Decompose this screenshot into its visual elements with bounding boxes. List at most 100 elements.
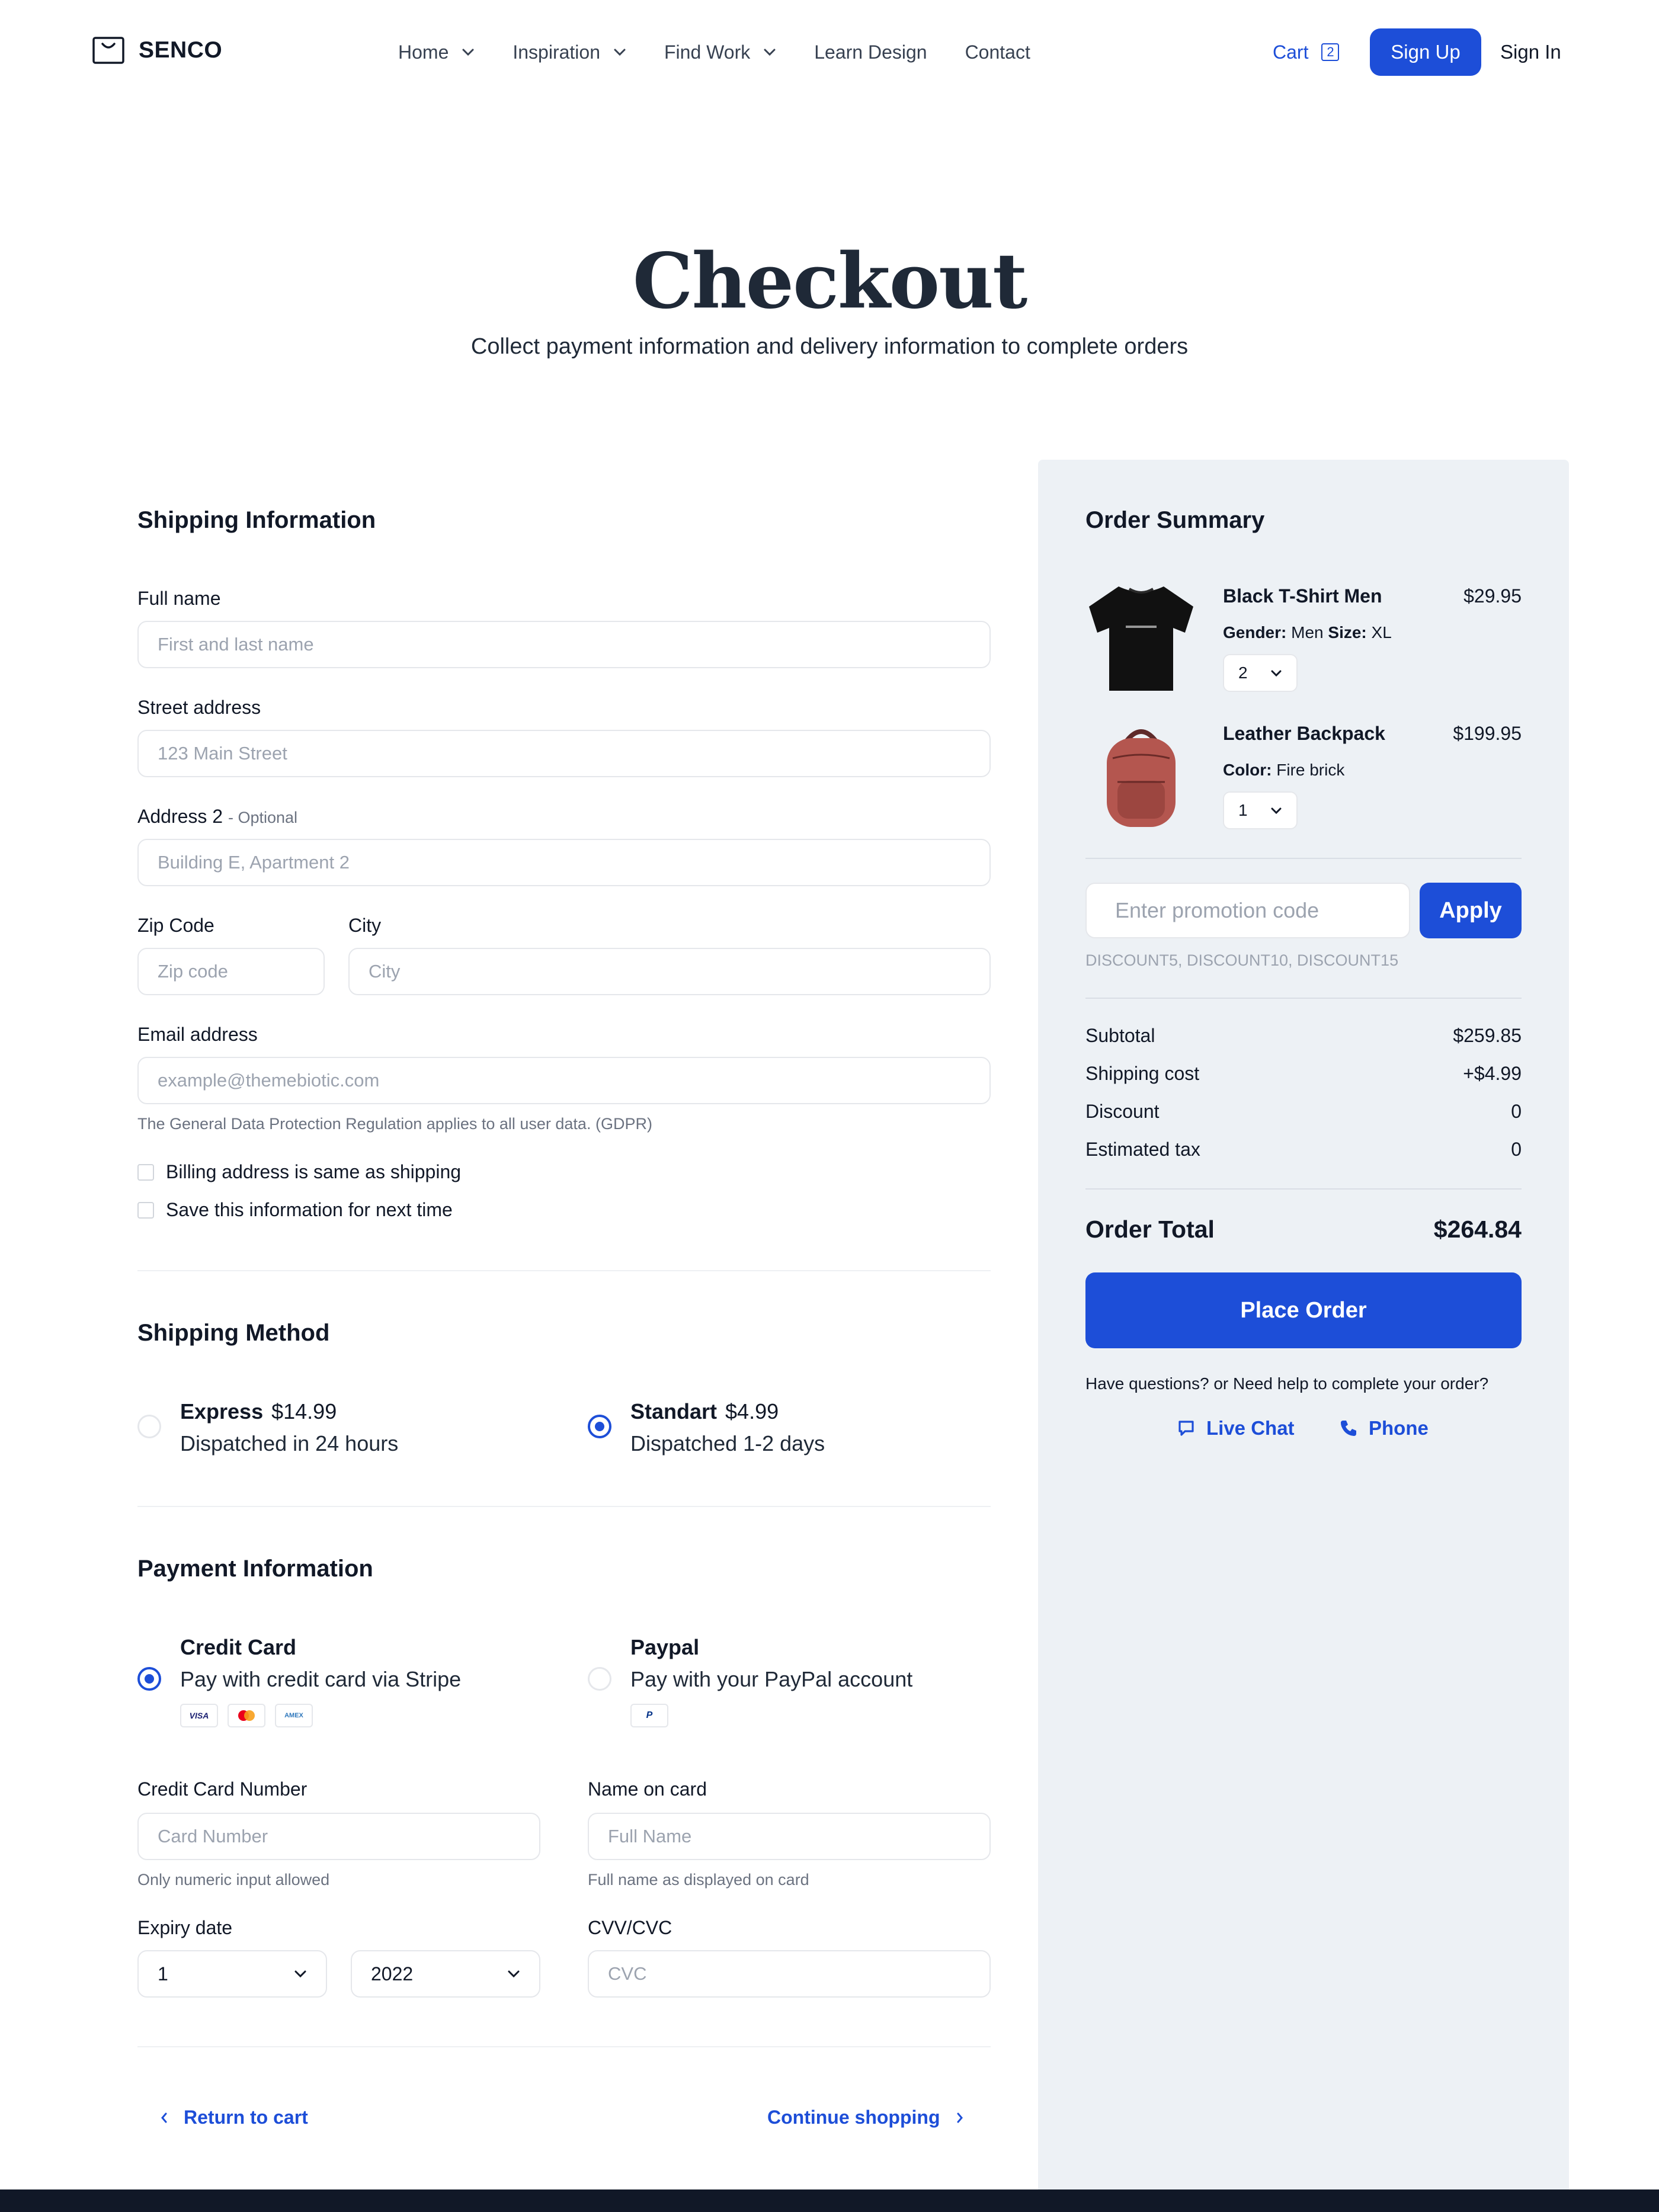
chevron-down-icon: [764, 49, 776, 56]
full-name-label: Full name: [137, 588, 221, 609]
page-title: Checkout: [632, 237, 1028, 326]
chevron-down-icon: [508, 1970, 520, 1978]
brand-logo[interactable]: SENCO: [92, 37, 222, 64]
quantity-select[interactable]: 1: [1223, 791, 1298, 829]
credit-card-name: Credit Card: [180, 1635, 297, 1659]
section-divider: [137, 2046, 991, 2047]
backpack-image: [1107, 729, 1176, 827]
continue-shopping-link[interactable]: Continue shopping: [767, 2107, 964, 2128]
mastercard-icon: [238, 1710, 255, 1721]
card-number-label: Credit Card Number: [137, 1778, 308, 1800]
nav-item-home[interactable]: Home: [398, 38, 475, 66]
email-input[interactable]: [137, 1057, 991, 1104]
standart-desc: Dispatched 1-2 days: [630, 1431, 825, 1456]
summary-divider: [1085, 1188, 1522, 1190]
estimated-tax-label: Estimated tax: [1085, 1139, 1200, 1160]
continue-shopping-label: Continue shopping: [767, 2107, 940, 2128]
discount-value: 0: [1511, 1101, 1522, 1122]
expiry-month-select[interactable]: 1: [137, 1950, 327, 1998]
section-divider: [137, 1506, 991, 1507]
chevron-down-icon: [1271, 807, 1282, 814]
promo-codes-hint: DISCOUNT5, DISCOUNT10, DISCOUNT15: [1085, 951, 1399, 969]
quantity-value: 2: [1238, 663, 1248, 682]
express-name: Express: [180, 1399, 264, 1424]
quantity-select[interactable]: 2: [1223, 654, 1298, 692]
chevron-right-icon: [957, 2112, 963, 2123]
card-number-input[interactable]: [137, 1813, 540, 1860]
discount-label: Discount: [1085, 1101, 1160, 1122]
expiry-year-select[interactable]: 2022: [351, 1950, 540, 1998]
chevron-down-icon: [462, 49, 474, 56]
subtotal-label: Subtotal: [1085, 1025, 1155, 1046]
item-meta: Gender: Men Size: XL: [1223, 623, 1392, 642]
billing-same-checkbox-row[interactable]: Billing address is same as shipping: [137, 1161, 461, 1183]
shipping-info-title: Shipping Information: [137, 507, 376, 533]
cvv-input[interactable]: [588, 1950, 991, 1998]
nav-item-contact[interactable]: Contact: [965, 38, 1030, 66]
standart-radio[interactable]: [588, 1415, 611, 1438]
standart-name: Standart: [630, 1399, 718, 1424]
meta-value: Fire brick: [1276, 761, 1345, 779]
city-label: City: [348, 915, 382, 936]
nav-item-inspiration[interactable]: Inspiration: [513, 38, 626, 66]
nav-label: Learn Design: [814, 41, 927, 63]
expiry-month-value: 1: [158, 1963, 168, 1985]
tshirt-image: [1089, 586, 1193, 691]
cvv-label: CVV/CVC: [588, 1917, 672, 1938]
cart-label: Cart: [1273, 41, 1309, 63]
expiry-year-value: 2022: [371, 1963, 414, 1985]
return-to-cart-label: Return to cart: [184, 2107, 308, 2128]
gdpr-hint: The General Data Protection Regulation a…: [137, 1115, 652, 1133]
phone-label: Phone: [1369, 1417, 1429, 1439]
quantity-value: 1: [1238, 801, 1248, 819]
save-info-checkbox-row[interactable]: Save this information for next time: [137, 1199, 453, 1221]
summary-divider: [1085, 998, 1522, 999]
optional-tag: - Optional: [228, 809, 298, 826]
save-info-checkbox[interactable]: [137, 1201, 154, 1219]
express-option-title: Express $14.99: [180, 1399, 337, 1424]
chevron-down-icon: [294, 1970, 306, 1978]
address2-input[interactable]: [137, 839, 991, 886]
name-on-card-input[interactable]: [588, 1813, 991, 1860]
shipping-cost-value: +$4.99: [1463, 1063, 1522, 1084]
paypal-name: Paypal: [630, 1635, 700, 1659]
footer-bar: [0, 2189, 1659, 2212]
mastercard-logo: [228, 1704, 265, 1727]
express-radio[interactable]: [137, 1415, 161, 1438]
cart-count-badge: 2: [1321, 43, 1340, 61]
credit-card-radio[interactable]: [137, 1667, 161, 1691]
shipping-cost-row: Shipping cost +$4.99: [1085, 1063, 1522, 1085]
place-order-button[interactable]: Place Order: [1085, 1272, 1522, 1348]
zip-code-input[interactable]: [137, 948, 325, 995]
estimated-tax-row: Estimated tax 0: [1085, 1139, 1522, 1161]
live-chat-label: Live Chat: [1206, 1417, 1295, 1439]
estimated-tax-value: 0: [1511, 1139, 1522, 1160]
item-price: $199.95: [1453, 723, 1522, 744]
paypal-title: Paypal: [630, 1635, 699, 1660]
main-nav: Home Inspiration Find Work Learn Design …: [398, 38, 1068, 66]
promo-code-input[interactable]: [1085, 883, 1410, 938]
paypal-radio[interactable]: [588, 1667, 611, 1691]
billing-same-checkbox[interactable]: [137, 1163, 154, 1181]
subtotal-row: Subtotal $259.85: [1085, 1025, 1522, 1047]
nav-label: Inspiration: [513, 41, 600, 63]
nav-label: Find Work: [664, 41, 751, 63]
chevron-left-icon: [161, 2112, 167, 2123]
phone-link[interactable]: Phone: [1339, 1417, 1429, 1440]
sign-up-button[interactable]: Sign Up: [1370, 28, 1481, 76]
return-to-cart-link[interactable]: Return to cart: [160, 2107, 308, 2128]
street-address-input[interactable]: [137, 730, 991, 777]
shipping-cost-label: Shipping cost: [1085, 1063, 1200, 1084]
sign-in-link[interactable]: Sign In: [1500, 38, 1561, 66]
street-address-label: Street address: [137, 697, 261, 718]
section-divider: [137, 1270, 991, 1271]
nav-item-learn-design[interactable]: Learn Design: [814, 38, 927, 66]
nav-item-find-work[interactable]: Find Work: [664, 38, 776, 66]
apply-promo-button[interactable]: Apply: [1420, 883, 1522, 938]
full-name-input[interactable]: [137, 621, 991, 668]
live-chat-link[interactable]: Live Chat: [1177, 1417, 1295, 1440]
city-input[interactable]: [348, 948, 991, 995]
order-total-label: Order Total: [1085, 1216, 1215, 1243]
cart-link[interactable]: Cart 2: [1273, 38, 1340, 66]
brand-name: SENCO: [139, 37, 223, 63]
